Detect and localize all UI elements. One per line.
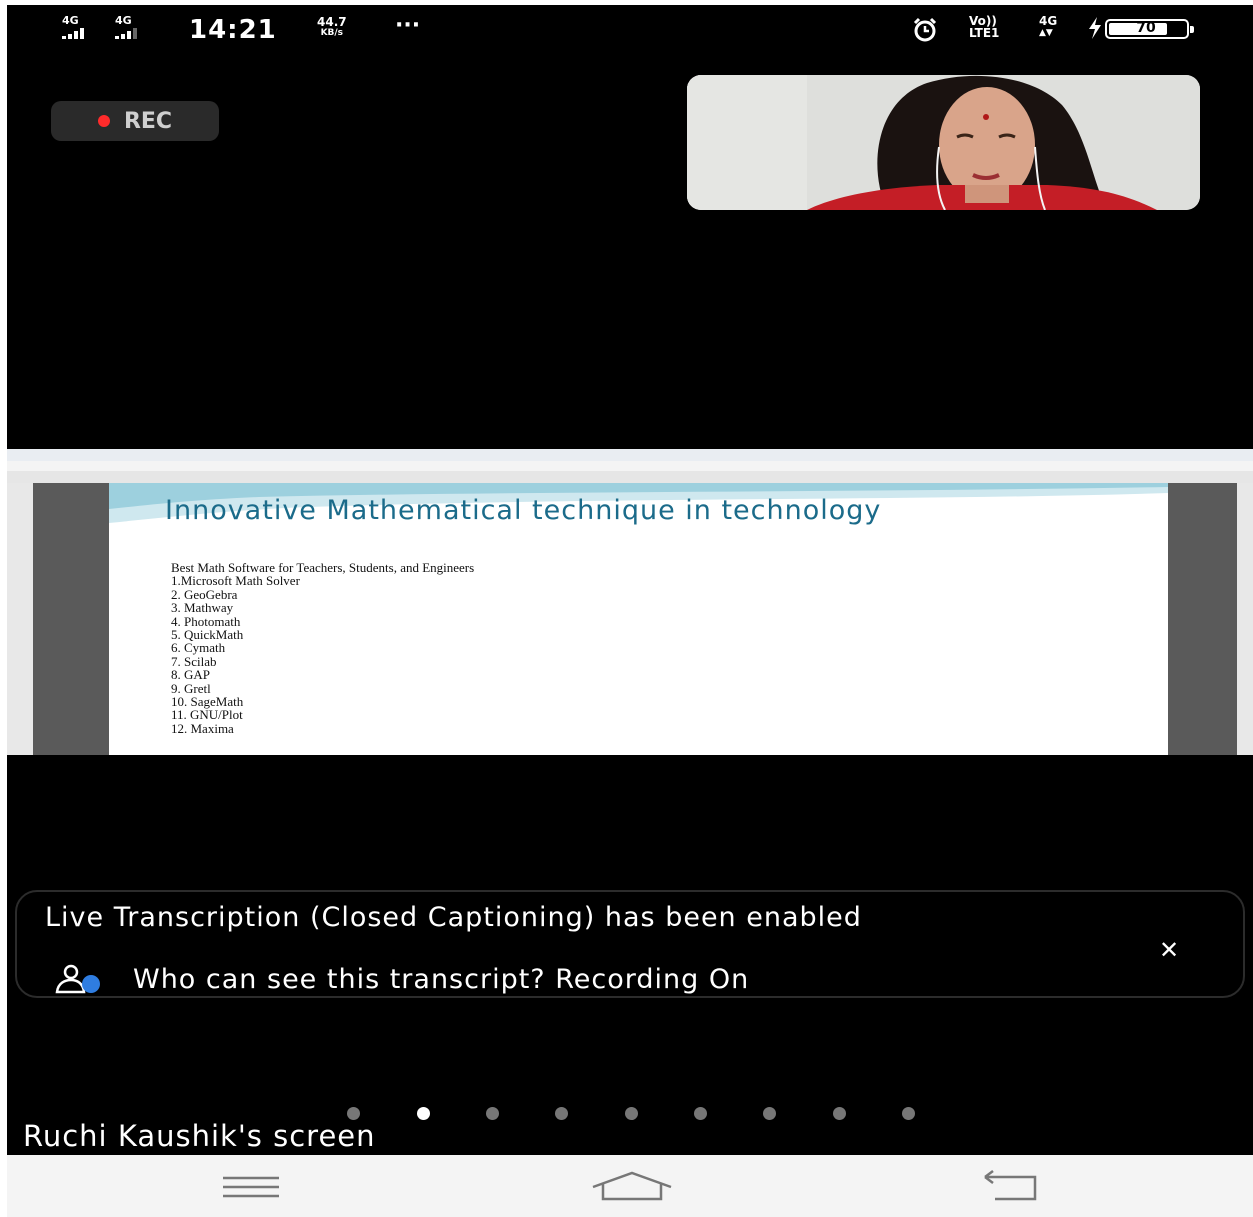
recording-badge[interactable]: REC xyxy=(51,101,219,141)
recording-label: REC xyxy=(123,108,173,134)
navigation-bar xyxy=(7,1155,1253,1217)
network-4g-icon: 4G ▲▼ xyxy=(1039,14,1058,38)
battery-icon: 70 xyxy=(1105,19,1194,39)
back-icon[interactable] xyxy=(983,1169,1043,1205)
close-icon[interactable]: ✕ xyxy=(1159,936,1179,964)
page-dot[interactable] xyxy=(555,1107,568,1120)
person-privacy-icon[interactable] xyxy=(53,964,107,994)
participant-image xyxy=(687,75,1200,210)
list-item: 4. Photomath xyxy=(171,613,241,629)
screen-owner-label: Ruchi Kaushik's screen xyxy=(23,1119,376,1153)
transcription-banner: Live Transcription (Closed Captioning) h… xyxy=(15,890,1245,998)
list-item: 7. Scilab xyxy=(171,653,217,669)
page-dot[interactable] xyxy=(763,1107,776,1120)
overflow-dots: ··· xyxy=(395,13,421,38)
list-item: 6. Cymath xyxy=(171,640,226,656)
slide-title: Innovative Mathematical technique in tec… xyxy=(165,495,882,526)
battery-percent: 70 xyxy=(1136,20,1156,36)
viewer-right-pane xyxy=(1168,483,1253,755)
list-item: 11. GNU/Plot xyxy=(171,707,243,723)
list-item: 8. GAP xyxy=(171,667,211,683)
charging-icon xyxy=(1089,17,1101,39)
shared-screen[interactable]: Innovative Mathematical technique in tec… xyxy=(7,449,1253,755)
list-item: 5. QuickMath xyxy=(171,627,244,643)
list-item: 9. Gretl xyxy=(171,680,211,696)
page-dot[interactable] xyxy=(486,1107,499,1120)
transcription-message: Live Transcription (Closed Captioning) h… xyxy=(45,902,862,933)
page-dot-active[interactable] xyxy=(417,1107,430,1120)
meeting-screen: 4G 4G 14:21 44.7 KB/s ··· Vo)) LTE1 4G ▲… xyxy=(7,5,1253,1155)
list-item: 10. SageMath xyxy=(171,694,244,710)
viewer-left-pane xyxy=(7,483,109,755)
page-dot[interactable] xyxy=(625,1107,638,1120)
page-dot[interactable] xyxy=(833,1107,846,1120)
page-dot[interactable] xyxy=(902,1107,915,1120)
home-icon[interactable] xyxy=(591,1169,673,1205)
clock: 14:21 xyxy=(189,15,277,45)
volte-icon: Vo)) LTE1 xyxy=(969,14,1000,40)
sim2-signal: 4G xyxy=(115,15,137,39)
network-speed: 44.7 KB/s xyxy=(317,15,347,38)
presentation-slide: Innovative Mathematical technique in tec… xyxy=(109,483,1168,755)
list-item: 1.Microsoft Math Solver xyxy=(171,573,300,589)
list-item: 3. Mathway xyxy=(171,600,234,616)
list-item: 12. Maxima xyxy=(171,720,234,736)
page-dot[interactable] xyxy=(694,1107,707,1120)
slide-subtitle: Best Math Software for Teachers, Student… xyxy=(171,560,475,575)
alarm-icon xyxy=(913,17,937,42)
record-dot-icon xyxy=(97,115,110,127)
status-bar: 4G 4G 14:21 44.7 KB/s ··· Vo)) LTE1 4G ▲… xyxy=(7,5,1253,53)
transcript-visibility-link[interactable]: Who can see this transcript? Recording O… xyxy=(133,964,749,995)
participant-video[interactable] xyxy=(687,75,1200,210)
list-item: 2. GeoGebra xyxy=(171,586,238,602)
slide-list: Best Math Software for Teachers, Student… xyxy=(171,560,475,736)
menu-icon[interactable] xyxy=(221,1169,281,1205)
window-menu-bar xyxy=(7,461,1253,471)
sim1-signal: 4G xyxy=(62,15,84,39)
